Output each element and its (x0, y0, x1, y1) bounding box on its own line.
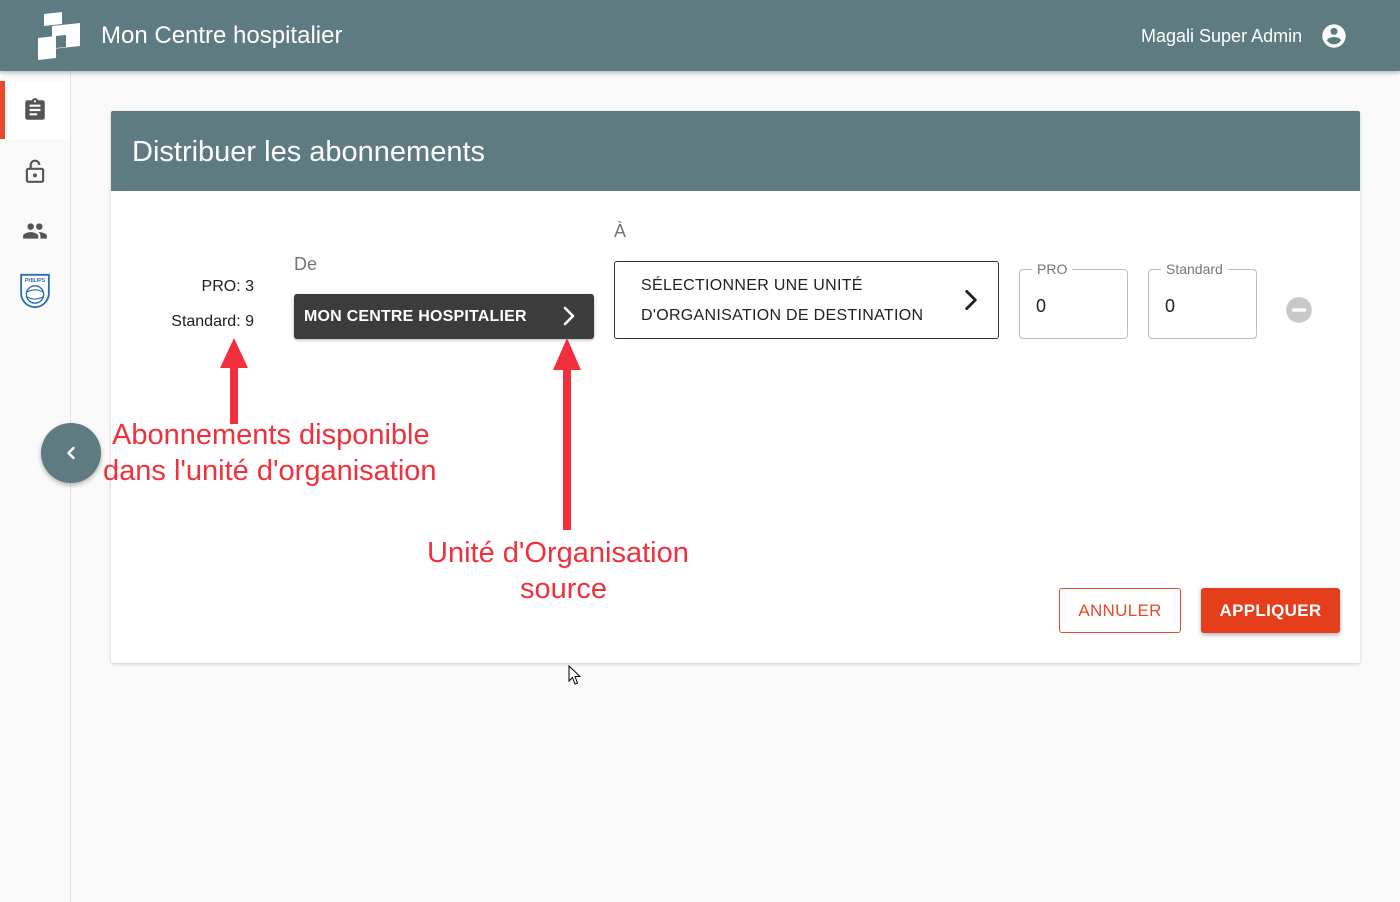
source-annotation-line1: Unité d'Organisation (427, 537, 689, 569)
standard-field-label: Standard (1161, 261, 1228, 277)
top-app-bar: Mon Centre hospitalier Magali Super Admi… (0, 0, 1400, 71)
nav-item-access[interactable] (0, 142, 70, 200)
app-logo-icon (38, 12, 80, 60)
standard-quantity-input[interactable] (1165, 294, 1245, 318)
side-navigation: PHILIPS (0, 71, 71, 902)
chevron-left-icon (67, 446, 75, 460)
source-annotation-line2: source (520, 573, 608, 605)
philips-shield-icon: PHILIPS (20, 273, 50, 309)
available-annotation-line1: Abonnements disponible (112, 419, 430, 451)
arrow-to-source-unit (553, 338, 581, 530)
to-label: À (614, 221, 627, 241)
nav-item-philips[interactable]: PHILIPS (0, 262, 70, 320)
pro-field-label: PRO (1032, 261, 1073, 277)
destination-label-line2: D'ORGANISATION DE DESTINATION (641, 307, 924, 324)
account-circle-icon[interactable] (1320, 22, 1348, 50)
available-pro-count: PRO: 3 (201, 278, 254, 295)
card-header: Distribuer les abonnements (111, 111, 1360, 191)
nav-item-subscriptions[interactable] (0, 81, 70, 139)
available-annotation-line2: dans l'unité d'organisation (103, 455, 437, 487)
philips-logo-text: PHILIPS (25, 278, 46, 284)
clipboard-icon (25, 98, 45, 120)
distribute-subscriptions-card: Distribuer les abonnements PRO: 3 Standa… (111, 111, 1360, 663)
lock-open-icon (25, 159, 45, 183)
destination-unit-button[interactable]: SÉLECTIONNER UNE UNITÉ D'ORGANISATION DE… (614, 261, 999, 339)
people-icon (23, 223, 47, 239)
apply-button[interactable]: APPLIQUER (1201, 588, 1340, 633)
pro-quantity-field: PRO (1019, 261, 1128, 339)
source-unit-label: MON CENTRE HOSPITALIER (304, 308, 527, 325)
standard-quantity-field: Standard (1148, 261, 1257, 339)
user-name[interactable]: Magali Super Admin (1141, 25, 1302, 47)
available-standard-count: Standard: 9 (171, 313, 254, 330)
pro-quantity-input[interactable] (1036, 294, 1116, 318)
from-label: De (294, 254, 318, 274)
arrow-to-available-counts (220, 338, 248, 424)
card-title: Distribuer les abonnements (132, 136, 486, 168)
source-unit-button[interactable]: MON CENTRE HOSPITALIER (294, 294, 594, 339)
app-title: Mon Centre hospitalier (101, 22, 343, 49)
nav-item-users[interactable] (0, 202, 70, 260)
remove-circle-icon[interactable] (1285, 296, 1313, 324)
cancel-button[interactable]: ANNULER (1059, 588, 1181, 633)
chevron-right-icon (965, 289, 977, 311)
mouse-cursor-icon (568, 665, 582, 685)
collapse-sidebar-button[interactable] (41, 423, 101, 483)
chevron-right-icon (563, 306, 575, 326)
destination-label-line1: SÉLECTIONNER UNE UNITÉ (641, 277, 863, 294)
